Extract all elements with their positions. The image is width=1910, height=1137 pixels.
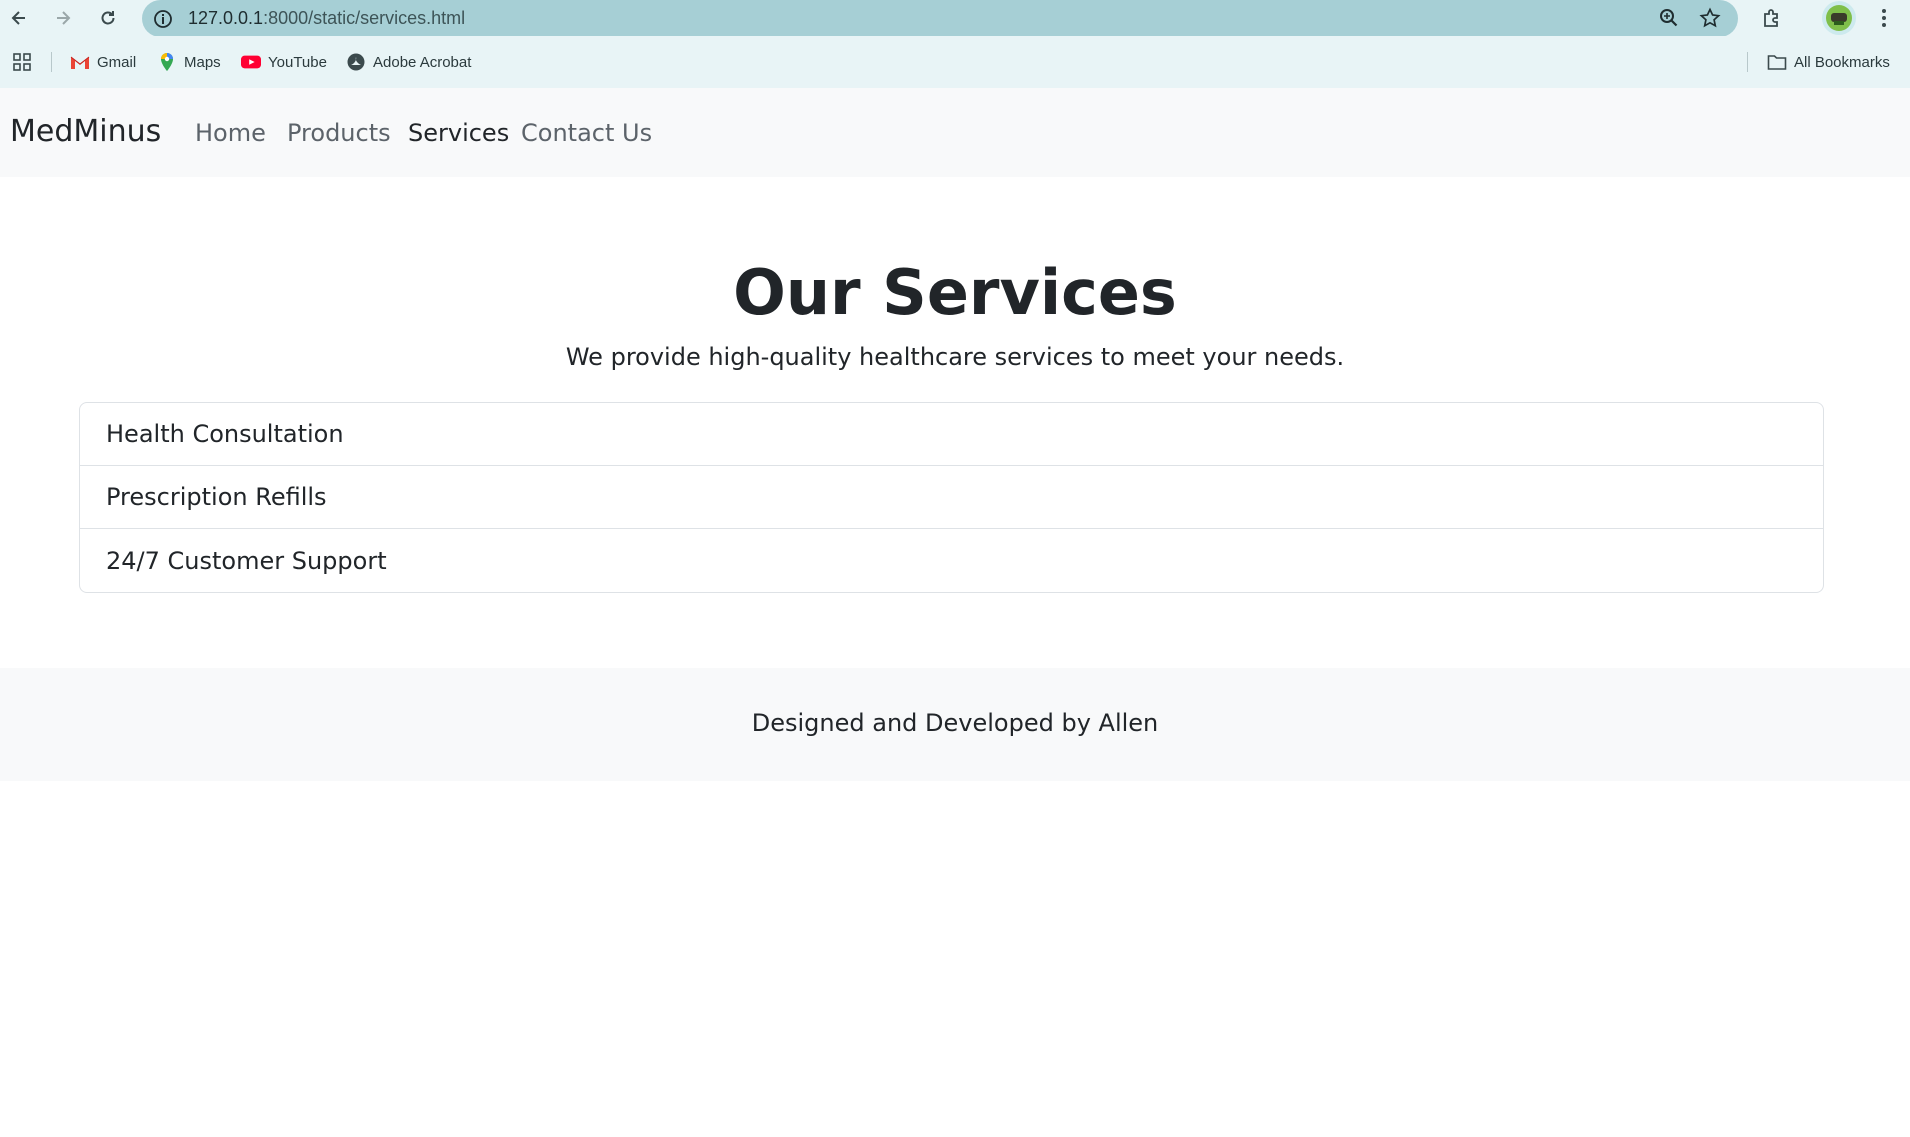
site-footer: Designed and Developed by Allen [0, 668, 1910, 781]
bookmarks-divider [51, 52, 52, 72]
back-arrow-icon[interactable] [5, 4, 33, 32]
brand-logo-link[interactable]: MedMinus [10, 114, 161, 149]
all-bookmarks-button[interactable]: All Bookmarks [1767, 50, 1890, 74]
page-subtitle: We provide high-quality healthcare servi… [565, 343, 1345, 371]
forward-arrow-icon[interactable] [49, 4, 77, 32]
bookmarks-bar: Gmail Maps YouTube Adobe Acrobat All Boo… [0, 36, 1910, 88]
bookmark-gmail[interactable]: Gmail [70, 50, 136, 74]
nav-contact-us[interactable]: Contact Us [521, 119, 652, 147]
services-list: Health Consultation Prescription Refills… [79, 402, 1824, 593]
bookmark-label: Adobe Acrobat [373, 53, 472, 71]
all-bookmarks-label: All Bookmarks [1794, 53, 1890, 71]
footer-credit: Designed and Developed by Allen [751, 709, 1159, 737]
web-page: MedMinus Home Products Services Contact … [0, 88, 1910, 1137]
url-text: 127.0.0.1:8000/static/services.html [188, 8, 465, 29]
puzzle-icon[interactable] [1758, 4, 1786, 32]
maps-icon [157, 52, 177, 72]
address-bar[interactable]: 127.0.0.1:8000/static/services.html [142, 0, 1738, 37]
apps-grid-icon[interactable] [12, 50, 32, 74]
acrobat-icon [346, 52, 366, 72]
avatar[interactable] [1818, 1, 1860, 35]
list-item: Health Consultation [80, 403, 1823, 466]
bookmark-label: Gmail [97, 53, 137, 71]
bookmarks-divider [1747, 52, 1748, 72]
zoom-icon[interactable] [1658, 7, 1680, 34]
youtube-icon [241, 52, 261, 72]
list-item: Prescription Refills [80, 466, 1823, 529]
bookmark-acrobat[interactable]: Adobe Acrobat [346, 50, 471, 74]
nav-home[interactable]: Home [195, 119, 266, 147]
info-icon[interactable] [152, 8, 174, 30]
bookmark-youtube[interactable]: YouTube [241, 50, 327, 74]
gmail-icon [70, 52, 90, 72]
nav-products[interactable]: Products [287, 119, 391, 147]
bookmark-label: Maps [184, 53, 221, 71]
bookmark-label: YouTube [268, 53, 327, 71]
url-host: 127.0.0.1 [188, 8, 264, 28]
browser-toolbar: 127.0.0.1:8000/static/services.html [0, 0, 1910, 37]
page-title: Our Services [733, 256, 1177, 329]
bookmark-maps[interactable]: Maps [157, 50, 221, 74]
site-navbar: MedMinus Home Products Services Contact … [0, 88, 1910, 177]
folder-icon [1767, 52, 1787, 72]
list-item: 24/7 Customer Support [106, 546, 387, 575]
star-icon[interactable] [1699, 7, 1721, 34]
reload-icon[interactable] [94, 4, 122, 32]
nav-services[interactable]: Services [408, 119, 509, 147]
url-path: :8000/static/services.html [263, 8, 466, 28]
kebab-menu-icon[interactable] [1870, 4, 1898, 32]
